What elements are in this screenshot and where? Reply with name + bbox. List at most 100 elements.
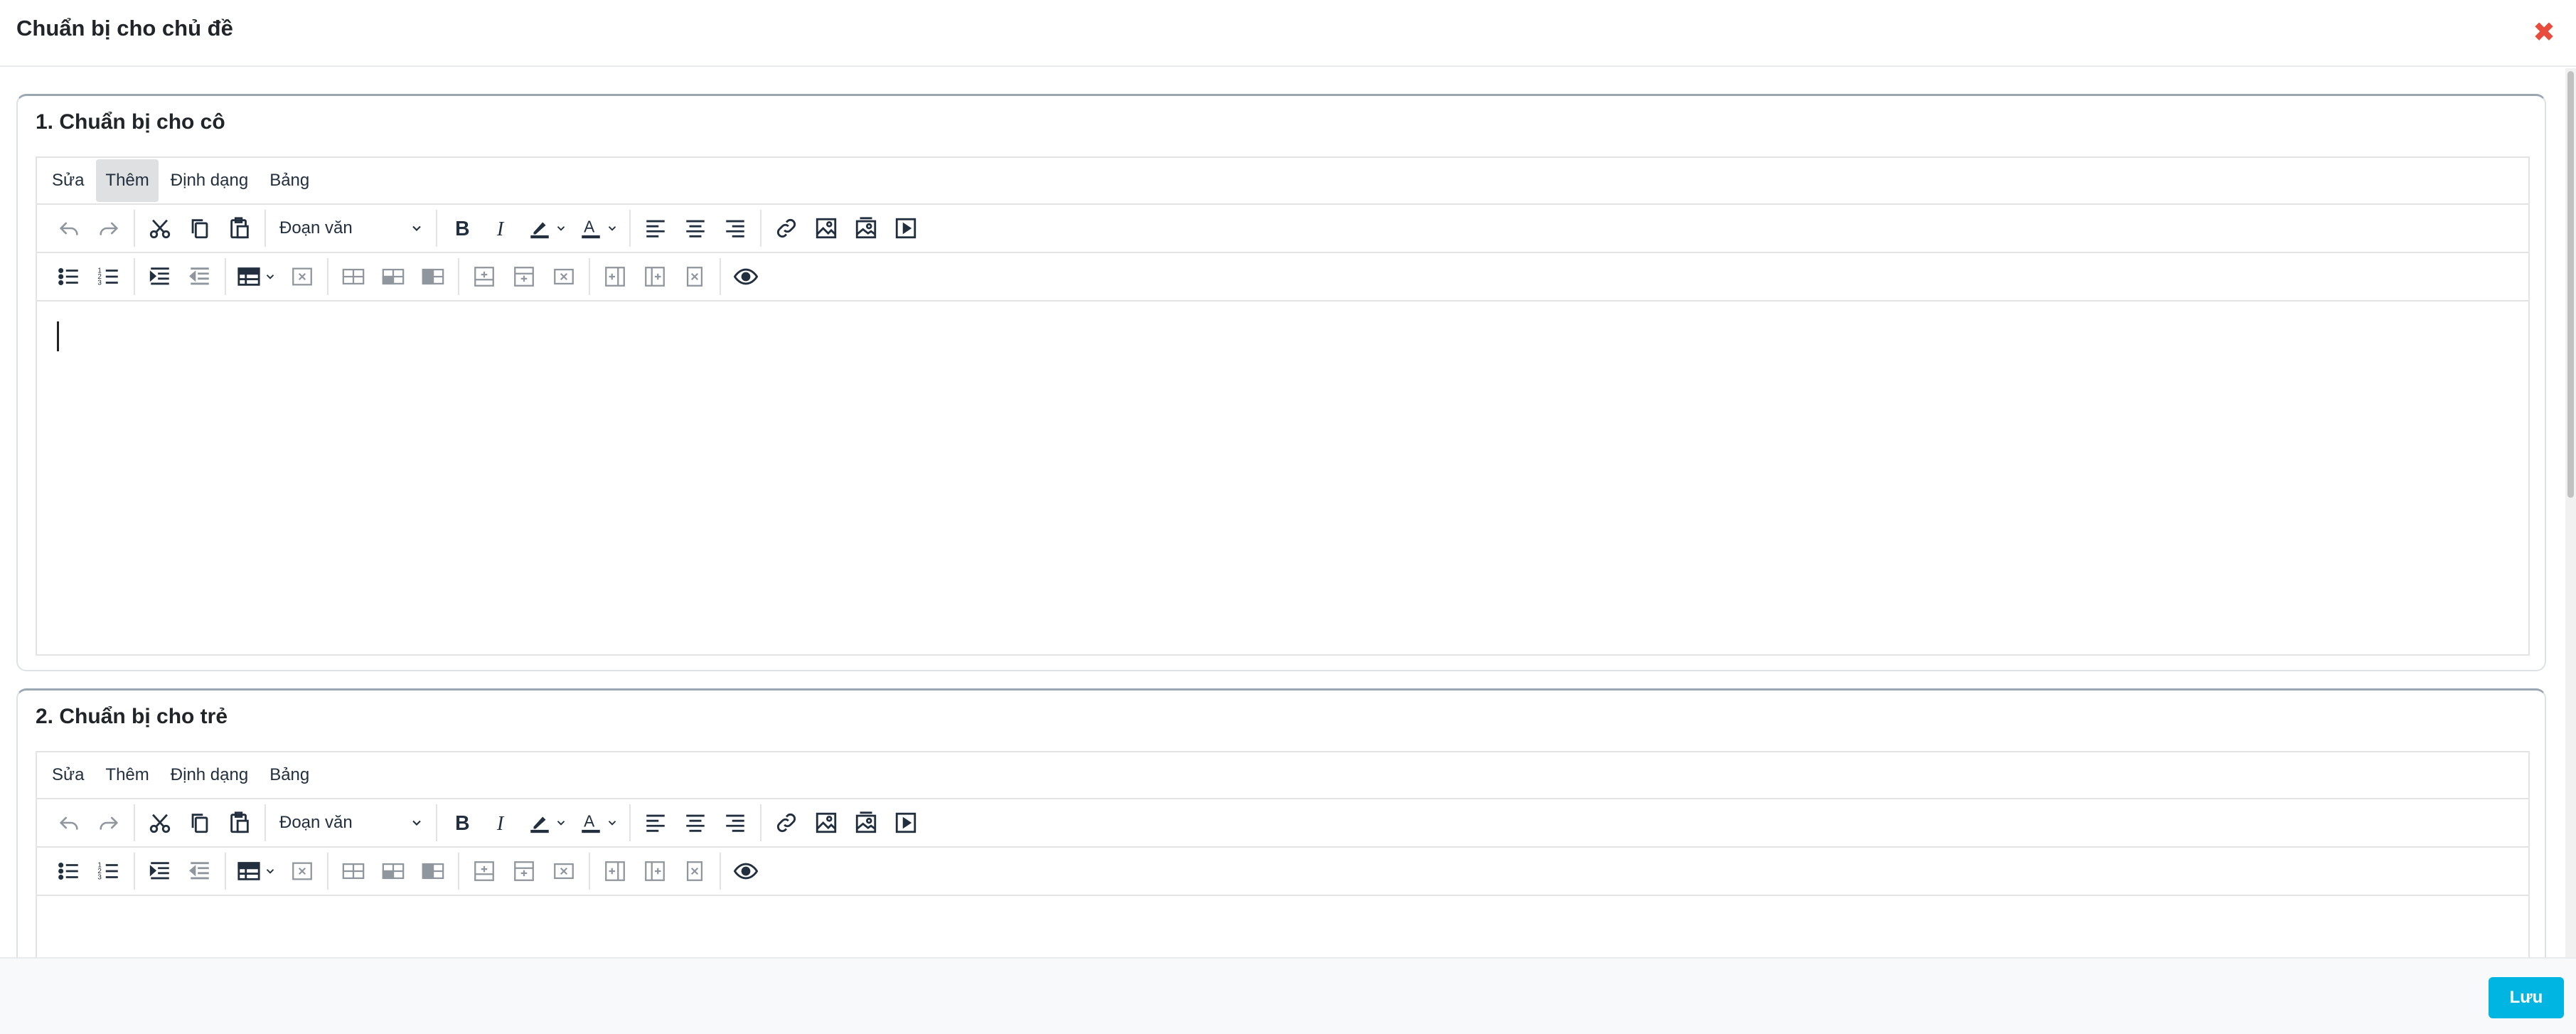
rich-text-editor: Sửa Thêm Định dạng Bảng Đoạn văn B I A 1… <box>36 156 2530 656</box>
block-format-value: Đoạn văn <box>279 218 353 238</box>
align-center-icon[interactable] <box>675 804 715 841</box>
table-group <box>226 853 328 890</box>
italic-icon[interactable]: I <box>482 804 522 841</box>
image-icon[interactable] <box>806 804 846 841</box>
modal-footer: Lưu <box>0 957 2576 1034</box>
preview-icon[interactable] <box>726 853 766 890</box>
delete-row-icon[interactable] <box>544 853 584 890</box>
image-icon[interactable] <box>806 210 846 247</box>
insert-row-after-icon[interactable] <box>504 258 544 295</box>
outdent-icon[interactable] <box>180 853 220 890</box>
copy-icon[interactable] <box>180 210 220 247</box>
align-left-icon[interactable] <box>636 804 675 841</box>
svg-text:3: 3 <box>97 279 102 287</box>
cut-icon[interactable] <box>140 804 180 841</box>
italic-icon[interactable]: I <box>482 210 522 247</box>
preview-group <box>721 853 771 890</box>
indent-icon[interactable] <box>140 258 180 295</box>
insert-col-after-icon[interactable] <box>635 853 675 890</box>
link-icon[interactable] <box>766 210 806 247</box>
undo-icon[interactable] <box>49 210 89 247</box>
table-icon[interactable] <box>231 258 282 295</box>
menu-edit[interactable]: Sửa <box>43 754 93 796</box>
menu-format[interactable]: Định dạng <box>161 754 257 796</box>
media-icon[interactable] <box>886 210 926 247</box>
highlight-color-icon[interactable] <box>522 804 573 841</box>
redo-icon[interactable] <box>89 210 129 247</box>
indent-icon[interactable] <box>140 853 180 890</box>
insert-row-before-icon[interactable] <box>464 258 504 295</box>
menu-format[interactable]: Định dạng <box>161 159 257 202</box>
delete-col-icon[interactable] <box>675 258 715 295</box>
preview-group <box>721 258 771 295</box>
insert-group <box>761 210 931 247</box>
menu-insert[interactable]: Thêm <box>96 754 158 796</box>
media-icon[interactable] <box>886 804 926 841</box>
align-left-icon[interactable] <box>636 210 675 247</box>
bold-icon[interactable]: B <box>442 804 482 841</box>
menu-table[interactable]: Bảng <box>260 159 319 202</box>
numbered-list-icon[interactable]: 123 <box>89 853 129 890</box>
outdent-icon[interactable] <box>180 258 220 295</box>
align-right-icon[interactable] <box>715 210 755 247</box>
clipboard-group <box>135 210 266 247</box>
align-center-icon[interactable] <box>675 210 715 247</box>
link-icon[interactable] <box>766 804 806 841</box>
delete-col-icon[interactable] <box>675 853 715 890</box>
table-row-group <box>459 258 590 295</box>
delete-row-icon[interactable] <box>544 258 584 295</box>
insert-col-after-icon[interactable] <box>635 258 675 295</box>
text-color-icon[interactable]: A <box>573 210 624 247</box>
menu-edit[interactable]: Sửa <box>43 159 93 202</box>
table-merge-icon[interactable] <box>413 853 453 890</box>
block-format-select[interactable]: Đoạn văn <box>271 806 431 840</box>
indent-group <box>135 258 226 295</box>
table-cell-props-icon[interactable] <box>373 258 413 295</box>
menu-table[interactable]: Bảng <box>260 754 319 796</box>
editor-content-area[interactable] <box>37 896 2528 957</box>
table-props-group <box>328 853 459 890</box>
paste-icon[interactable] <box>220 210 260 247</box>
insert-col-before-icon[interactable] <box>595 258 635 295</box>
text-style-group: B I A <box>437 804 631 841</box>
indent-group <box>135 853 226 890</box>
highlight-color-icon[interactable] <box>522 210 573 247</box>
insert-row-before-icon[interactable] <box>464 853 504 890</box>
table-row-props-icon[interactable] <box>333 853 373 890</box>
vertical-scrollbar[interactable] <box>2565 68 2576 957</box>
table-merge-icon[interactable] <box>413 258 453 295</box>
block-format-select[interactable]: Đoạn văn <box>271 211 431 245</box>
editor-content-area[interactable] <box>37 302 2528 654</box>
text-color-icon[interactable]: A <box>573 804 624 841</box>
text-cursor <box>57 321 59 351</box>
block-format-value: Đoạn văn <box>279 813 353 832</box>
bold-icon[interactable]: B <box>442 210 482 247</box>
gallery-icon[interactable] <box>846 210 886 247</box>
numbered-list-icon[interactable]: 123 <box>89 258 129 295</box>
bullet-list-icon[interactable] <box>49 258 89 295</box>
block-format-group: Đoạn văn <box>266 210 437 247</box>
preview-icon[interactable] <box>726 258 766 295</box>
redo-icon[interactable] <box>89 804 129 841</box>
table-icon[interactable] <box>231 853 282 890</box>
svg-text:I: I <box>496 218 505 240</box>
cut-icon[interactable] <box>140 210 180 247</box>
close-icon[interactable]: ✖ <box>2530 18 2558 47</box>
gallery-icon[interactable] <box>846 804 886 841</box>
modal-body: 1. Chuẩn bị cho cô Sửa Thêm Định dạng Bả… <box>0 68 2570 957</box>
paste-icon[interactable] <box>220 804 260 841</box>
delete-table-icon[interactable] <box>282 853 322 890</box>
bullet-list-icon[interactable] <box>49 853 89 890</box>
delete-table-icon[interactable] <box>282 258 322 295</box>
modal-header: Chuẩn bị cho chủ đề ✖ <box>0 0 2576 67</box>
insert-col-before-icon[interactable] <box>595 853 635 890</box>
scrollbar-thumb[interactable] <box>2567 71 2574 498</box>
align-right-icon[interactable] <box>715 804 755 841</box>
undo-icon[interactable] <box>49 804 89 841</box>
table-row-props-icon[interactable] <box>333 258 373 295</box>
insert-row-after-icon[interactable] <box>504 853 544 890</box>
table-cell-props-icon[interactable] <box>373 853 413 890</box>
copy-icon[interactable] <box>180 804 220 841</box>
save-button[interactable]: Lưu <box>2489 977 2564 1018</box>
menu-insert[interactable]: Thêm <box>96 159 159 202</box>
